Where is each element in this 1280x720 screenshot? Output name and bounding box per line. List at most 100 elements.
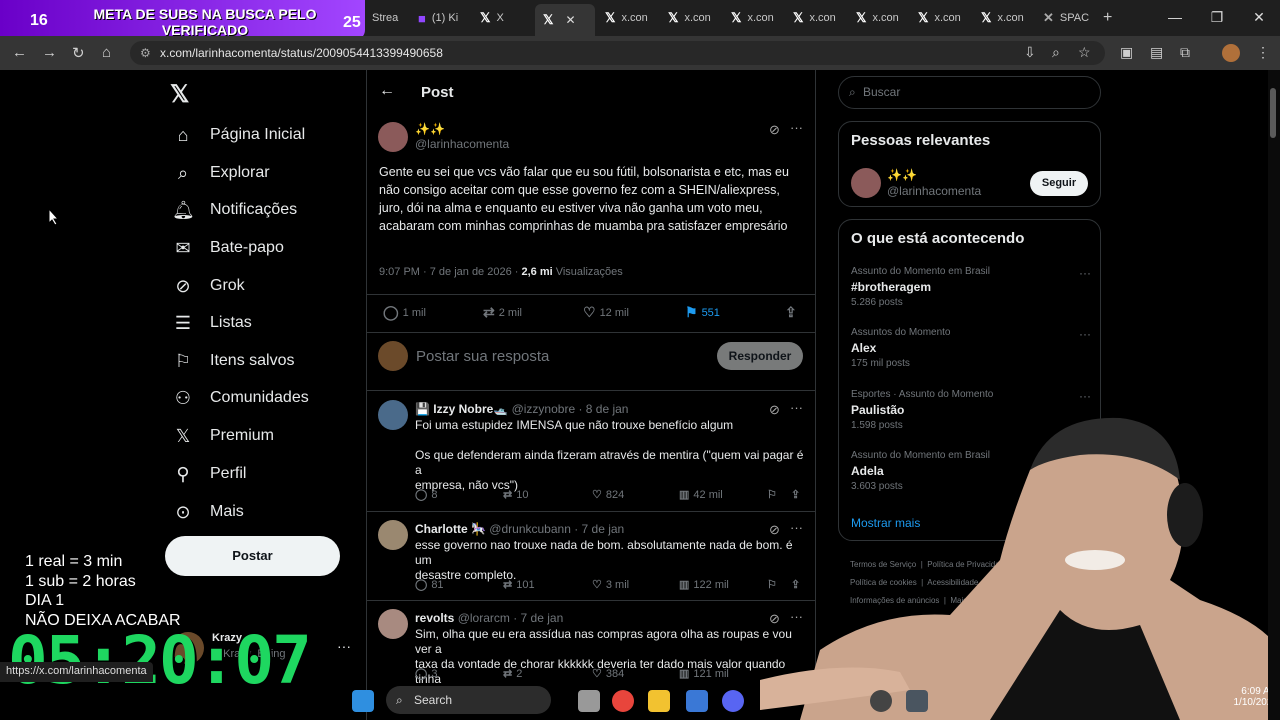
avatar[interactable] [378,520,408,550]
scrollbar[interactable] [1268,70,1280,720]
reply-action[interactable]: ◯ 8 [415,488,437,502]
scrollbar-thumb[interactable] [1270,88,1276,138]
x-logo-icon[interactable]: 𝕏 [170,80,198,108]
nav-item-profile[interactable]: ⚲ Perfil [172,459,246,489]
tab[interactable]: 𝕏x.con [918,6,976,30]
bookmark-action[interactable]: ⚑ 551 [685,304,720,321]
extension-icon[interactable]: ▣ [1120,44,1133,61]
like-action[interactable]: ♡ 3 mil [592,578,629,592]
trend-item[interactable]: Assuntos do Momento Alex 175 mil posts ··· [851,327,1091,369]
tab[interactable]: Strea [372,6,412,30]
tab[interactable]: 𝕏x.con [981,6,1039,30]
task-view-icon[interactable] [578,690,600,712]
reply-author[interactable]: 💾 Izzy Nobre🛥️ [415,402,508,416]
reply-handle[interactable]: @drunkcubann · 7 de jan [489,522,624,536]
relevant-name[interactable]: ✨✨ [887,168,917,182]
reply-input[interactable]: Postar sua resposta [416,348,549,365]
author-avatar[interactable] [378,122,408,152]
nav-item-bookmarks[interactable]: ⚐ Itens salvos [172,346,295,376]
reply-item[interactable]: Charlotte 🎠 @drunkcubann · 7 de jan ⊘ ··… [367,512,815,600]
windows-start-icon[interactable] [352,690,374,712]
relevant-handle[interactable]: @larinhacomenta [887,184,981,198]
like-action[interactable]: ♡ 824 [592,488,624,502]
nav-item-notifications[interactable]: 🔔︎ Notificações [172,195,297,225]
reload-icon[interactable]: ↻ [72,44,85,62]
nav-item-explore[interactable]: ⌕ Explorar [172,158,270,188]
nav-item-more[interactable]: ⊙ Mais [172,497,243,527]
new-tab-icon[interactable]: + [1103,6,1119,30]
tab[interactable]: 𝕏x.con [668,6,726,30]
like-action[interactable]: ♡ 384 [592,667,624,681]
tab[interactable]: 𝕏x.con [605,6,663,30]
avatar[interactable] [378,609,408,639]
like-action[interactable]: ♡ 12 mil [583,304,629,321]
zoom-icon[interactable]: ⌕ [1052,44,1060,61]
extensions-puzzle-icon[interactable]: ⧉ [1180,44,1190,61]
reply-author[interactable]: Charlotte 🎠 [415,522,486,536]
tab[interactable]: 𝕏x.con [856,6,914,30]
repost-action[interactable]: ⇄ 2 mil [483,304,522,321]
nav-item-premium[interactable]: 𝕏 Premium [172,421,274,451]
repost-action[interactable]: ⇄ 10 [503,488,528,502]
more-dots-icon[interactable]: ··· [790,120,803,135]
more-dots-icon[interactable]: ··· [1079,389,1091,403]
views-action[interactable]: ▥ 121 mil [679,667,729,681]
reply-handle[interactable]: @lorarcm · 7 de jan [458,611,564,625]
site-info-icon[interactable]: ⚙ [140,41,151,65]
author-handle[interactable]: @larinhacomenta [415,137,509,151]
url-field[interactable]: ⚙ x.com/larinhacomenta/status/2009054413… [130,41,1105,65]
nav-item-grok[interactable]: ⊘ Grok [172,271,244,301]
close-tab-icon[interactable]: ✕ [565,13,575,27]
tab[interactable]: 𝕏x.con [731,6,789,30]
views-action[interactable]: ▥ 122 mil [679,578,729,592]
reply-item[interactable]: 💾 Izzy Nobre🛥️ @izzynobre · 8 de jan ⊘ ·… [367,392,815,510]
post-button[interactable]: Postar [165,536,340,576]
trend-item[interactable]: Assunto do Momento em Brasil #brotheragem… [851,266,1091,308]
author-name[interactable]: ✨✨ [415,122,445,136]
tab[interactable]: 𝕏X [480,6,530,30]
tab-active[interactable]: 𝕏 ✕ [535,4,595,36]
forward-icon[interactable]: → [42,44,57,61]
home-icon[interactable]: ⌂ [102,44,111,61]
reply-button[interactable]: Responder [717,342,803,370]
bookmark-star-icon[interactable]: ☆ [1078,44,1091,61]
reply-action[interactable]: ◯ 81 [415,578,444,592]
minimize-icon[interactable]: — [1154,0,1196,36]
tab[interactable]: ■ (1) Ki [418,6,468,30]
nav-item-lists[interactable]: ☰ Listas [172,308,252,338]
nav-item-home[interactable]: ⌂ Página Inicial [172,120,306,150]
more-dots-icon[interactable]: ··· [1079,327,1091,341]
reply-action[interactable]: ◯ 3 [415,667,437,681]
menu-icon[interactable]: ⋮ [1256,44,1270,61]
follow-button[interactable]: Seguir [1030,171,1088,196]
reply-handle[interactable]: @izzynobre · 8 de jan [512,402,629,416]
more-dots-icon[interactable]: ··· [337,638,351,654]
taskbar-search[interactable]: ⌕ Search [386,686,551,714]
share-icon[interactable]: ⇪ [785,304,797,321]
calculator-icon[interactable] [906,690,928,712]
close-window-icon[interactable]: ✕ [1238,0,1280,36]
views-action[interactable]: ▥ 42 mil [679,488,723,502]
avatar[interactable] [851,168,881,198]
nav-item-chat[interactable]: ✉ Bate-papo [172,233,283,263]
nav-item-communities[interactable]: ⚇ Comunidades [172,383,309,413]
tab[interactable]: ✕ SPAC [1043,6,1101,30]
reply-action[interactable]: ◯ 1 mil [383,304,426,321]
tab[interactable]: 𝕏x.con [793,6,851,30]
extension-icon[interactable]: ▤ [1150,44,1163,61]
back-arrow-icon[interactable]: ← [379,82,395,100]
obs-icon[interactable] [870,690,892,712]
avatar[interactable] [378,400,408,430]
install-icon[interactable]: ⇩ [1024,44,1036,61]
more-dots-icon[interactable]: ··· [1079,266,1091,280]
grok-icon[interactable]: ⊘ [769,122,780,138]
reply-author[interactable]: revolts [415,611,454,625]
repost-action[interactable]: ⇄ 101 [503,578,535,592]
maximize-icon[interactable]: ❐ [1196,0,1238,36]
reply-item[interactable]: revolts @lorarcm · 7 de jan ⊘ ··· Sim, o… [367,601,815,689]
file-explorer-icon[interactable] [648,690,670,712]
repost-action[interactable]: ⇄ 2 [503,667,522,681]
search-input[interactable]: ⌕ Buscar [838,76,1101,109]
chrome-icon[interactable] [612,690,634,712]
profile-avatar[interactable] [1222,44,1240,62]
